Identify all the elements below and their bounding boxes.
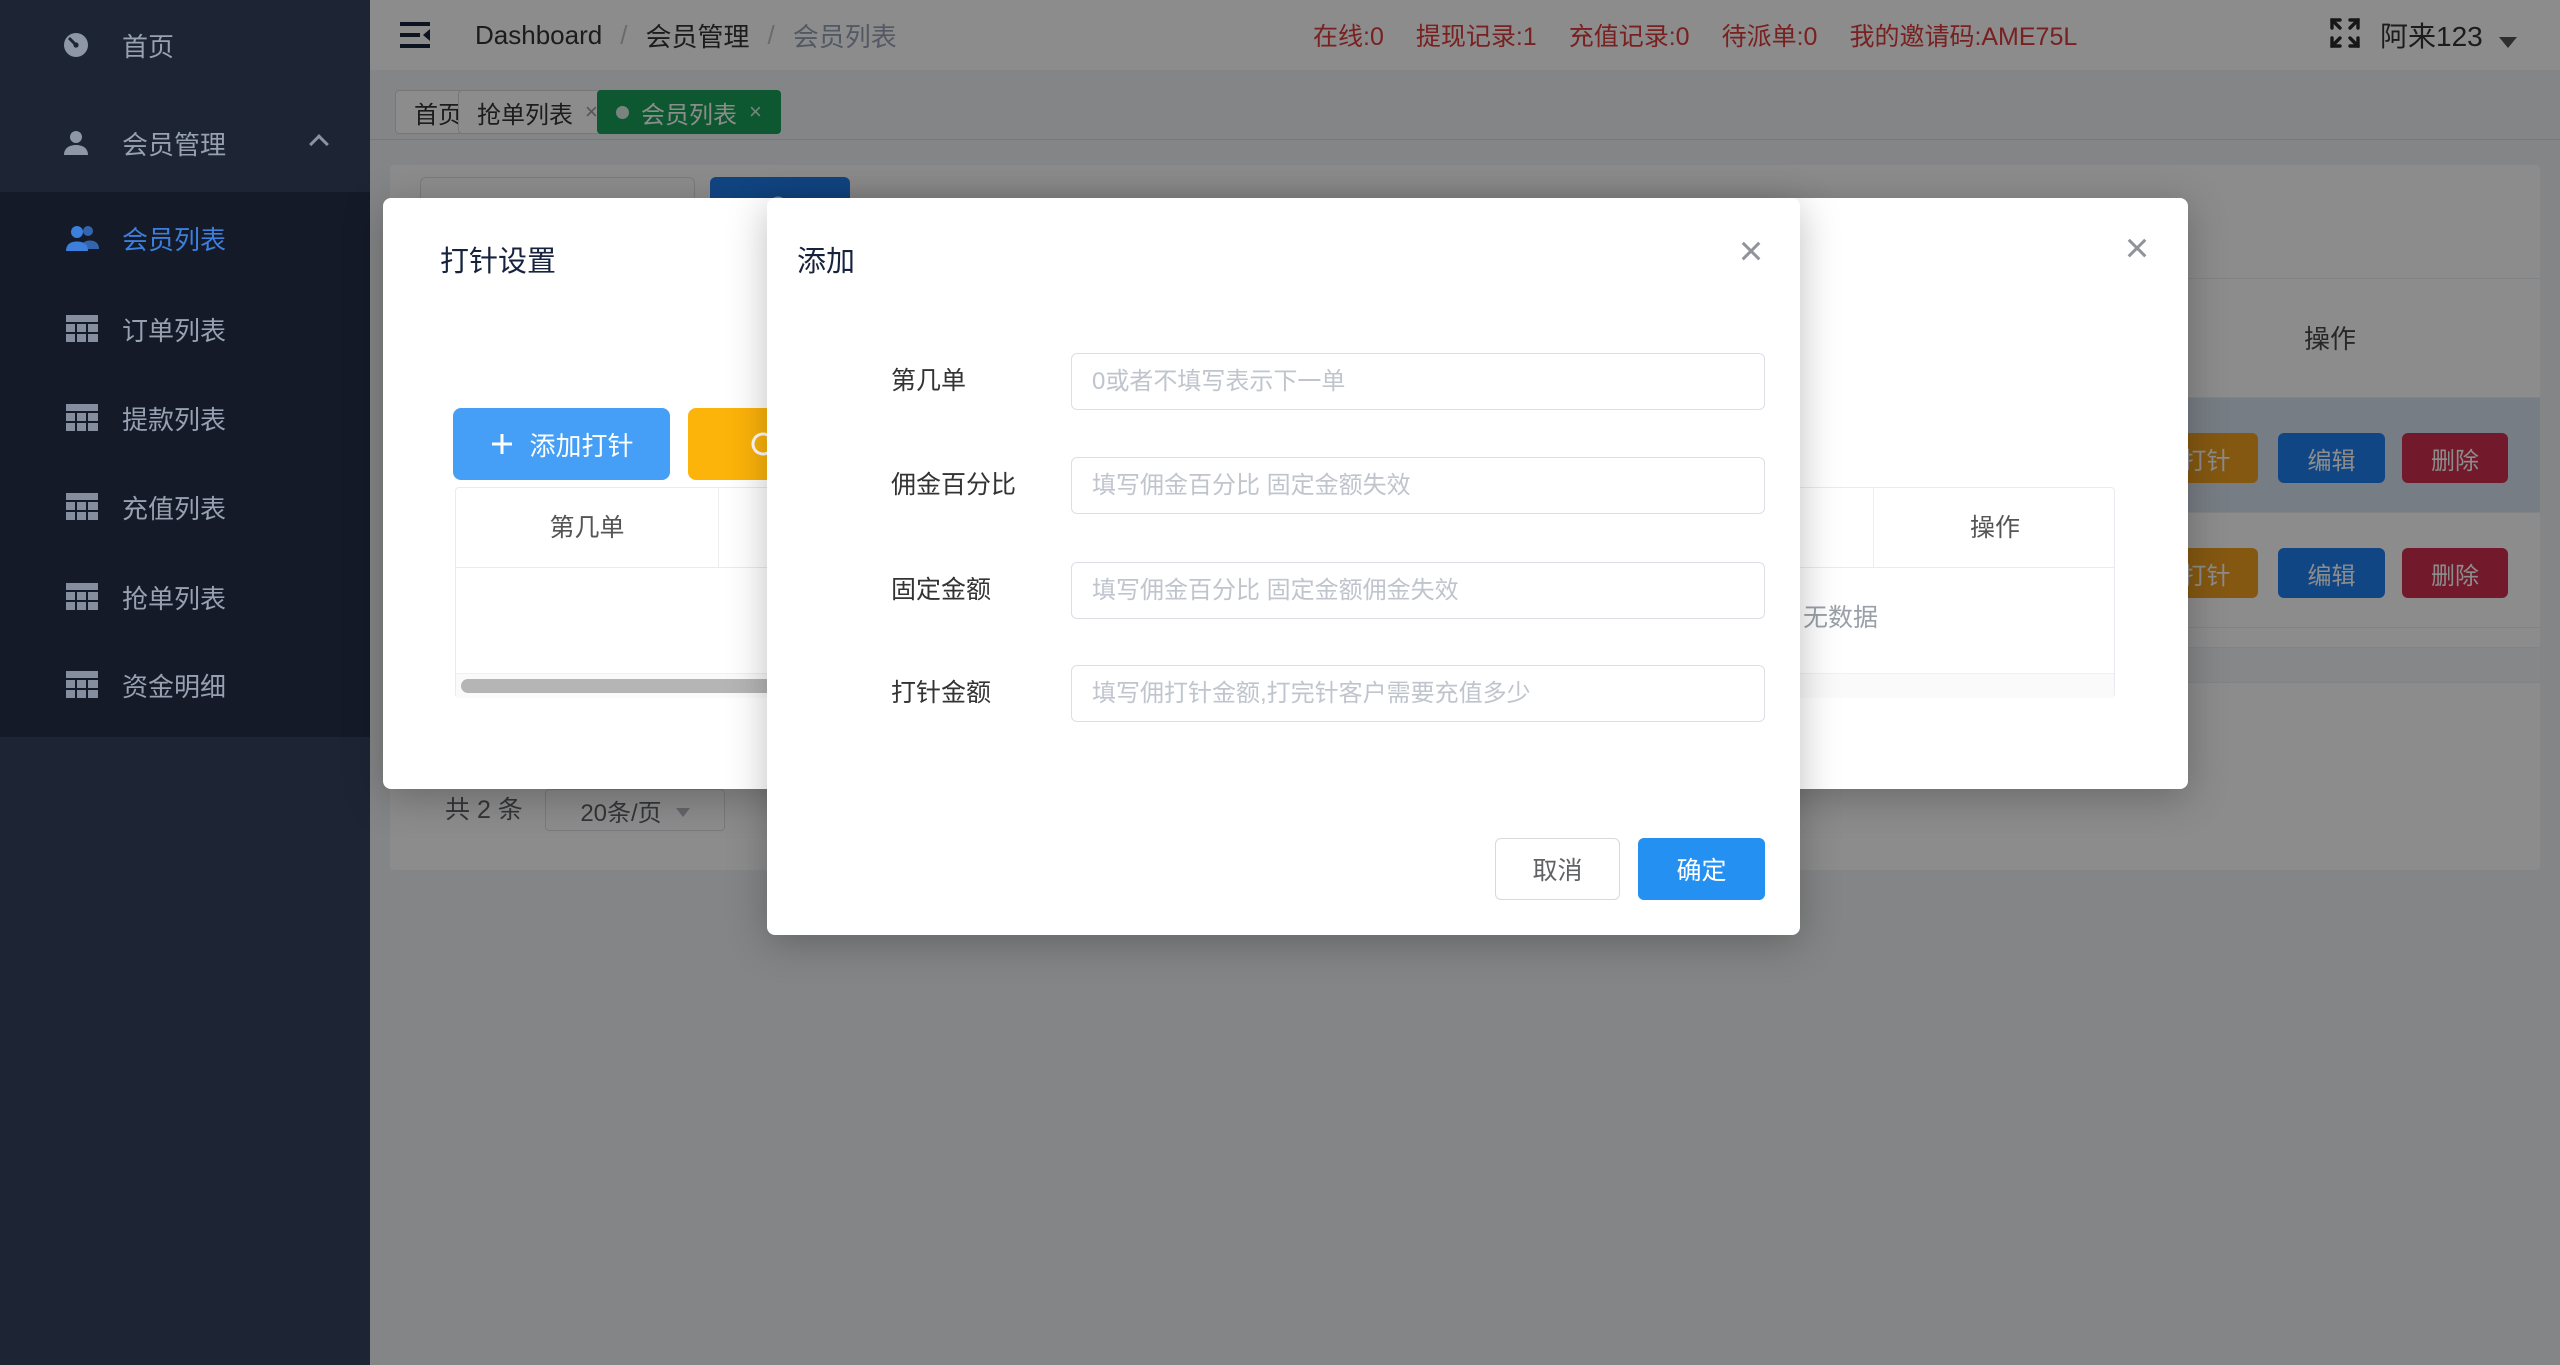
form-row: 打针金额 bbox=[767, 665, 1800, 722]
chevron-up-icon bbox=[309, 134, 329, 154]
empty-data-text: 无数据 bbox=[1803, 598, 1878, 634]
add-injection-button[interactable]: 添加打针 bbox=[453, 408, 670, 480]
commission-percent-input[interactable] bbox=[1071, 457, 1765, 514]
sidebar-item-home[interactable]: 首页 bbox=[0, 13, 370, 77]
sidebar-item-label: 会员管理 bbox=[122, 125, 226, 162]
person-icon bbox=[58, 125, 94, 161]
table-grid-icon bbox=[64, 311, 100, 347]
add-injection-modal: 添加 × 第几单 佣金百分比 固定金额 打针金额 取消 确定 bbox=[767, 198, 1800, 935]
cancel-button[interactable]: 取消 bbox=[1495, 838, 1620, 900]
form-row: 佣金百分比 bbox=[767, 457, 1800, 514]
form-row: 固定金额 bbox=[767, 562, 1800, 619]
col-first-order: 第几单 bbox=[456, 488, 719, 568]
users-icon bbox=[64, 220, 100, 256]
close-icon[interactable]: × bbox=[1729, 231, 1773, 275]
table-grid-icon bbox=[64, 579, 100, 615]
sidebar-item-label: 资金明细 bbox=[122, 667, 226, 704]
sidebar-item-label: 会员列表 bbox=[122, 220, 226, 257]
sidebar-item-fund-details[interactable]: 资金明细 bbox=[0, 653, 370, 717]
order-number-input[interactable] bbox=[1071, 353, 1765, 410]
sidebar-item-label: 订单列表 bbox=[122, 311, 226, 348]
sidebar-item-grab-order-list[interactable]: 抢单列表 bbox=[0, 565, 370, 629]
sidebar-item-member-list[interactable]: 会员列表 bbox=[0, 206, 370, 270]
table-grid-icon bbox=[64, 489, 100, 525]
form-row: 第几单 bbox=[767, 353, 1800, 410]
fixed-amount-input[interactable] bbox=[1071, 562, 1765, 619]
table-grid-icon bbox=[64, 667, 100, 703]
sidebar-item-recharge-list[interactable]: 充值列表 bbox=[0, 475, 370, 539]
injection-amount-input[interactable] bbox=[1071, 665, 1765, 722]
sidebar-item-label: 充值列表 bbox=[122, 489, 226, 526]
close-icon[interactable]: × bbox=[2115, 228, 2159, 272]
field-label-injection-amount: 打针金额 bbox=[891, 665, 991, 722]
field-label-order-number: 第几单 bbox=[891, 353, 966, 410]
modal-title: 添加 bbox=[797, 238, 855, 280]
sidebar: 首页 会员管理 会员列表 订单列表 提款列表 bbox=[0, 0, 370, 1365]
col-operation: 操作 bbox=[1873, 488, 2116, 568]
sidebar-item-label: 提款列表 bbox=[122, 400, 226, 437]
field-label-commission-percent: 佣金百分比 bbox=[891, 457, 1016, 514]
sidebar-item-label: 抢单列表 bbox=[122, 579, 226, 616]
plus-icon bbox=[489, 431, 515, 457]
table-grid-icon bbox=[64, 400, 100, 436]
field-label-fixed-amount: 固定金额 bbox=[891, 562, 991, 619]
sidebar-item-order-list[interactable]: 订单列表 bbox=[0, 297, 370, 361]
sidebar-item-member-mgmt[interactable]: 会员管理 bbox=[0, 111, 370, 175]
sidebar-item-withdraw-list[interactable]: 提款列表 bbox=[0, 386, 370, 450]
add-injection-label: 添加打针 bbox=[529, 426, 633, 463]
sidebar-item-label: 首页 bbox=[122, 27, 174, 64]
modal-title: 打针设置 bbox=[440, 238, 556, 280]
app-screen: 首页 会员管理 会员列表 订单列表 提款列表 bbox=[0, 0, 2560, 1365]
confirm-button[interactable]: 确定 bbox=[1638, 838, 1765, 900]
dashboard-gauge-icon bbox=[58, 27, 94, 63]
